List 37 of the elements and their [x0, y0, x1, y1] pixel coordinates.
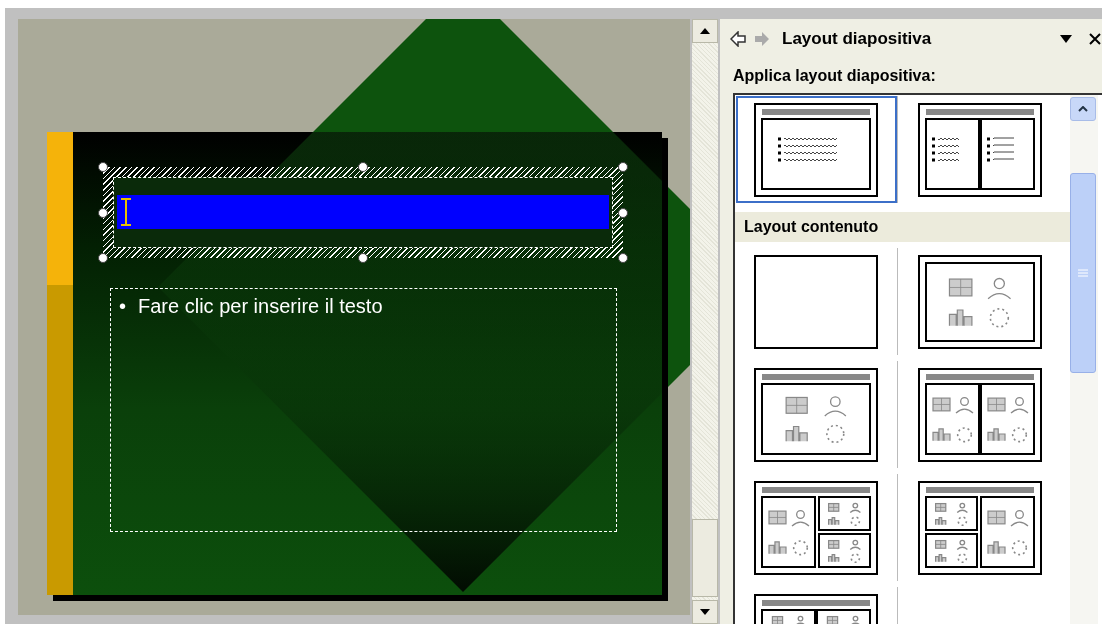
- resize-handle[interactable]: [358, 253, 368, 263]
- slide-layout-icon: [754, 254, 878, 349]
- slide-layout-icon: [754, 480, 878, 575]
- title-placeholder[interactable]: [103, 167, 623, 258]
- resize-handle[interactable]: [98, 208, 108, 218]
- slide-layout-icon: [917, 254, 1042, 349]
- pane-title: Layout diapositiva: [782, 29, 933, 49]
- body-placeholder[interactable]: • Fare clic per inserire il testo: [110, 288, 617, 532]
- slide-layout-icon: [754, 367, 878, 462]
- slide-layout-icon: [917, 102, 1042, 197]
- close-icon[interactable]: [1088, 33, 1102, 45]
- resize-handle[interactable]: [358, 162, 368, 172]
- resize-handle[interactable]: [98, 162, 108, 172]
- grip-icon: [1078, 269, 1088, 277]
- scroll-down-button[interactable]: [692, 600, 718, 624]
- bullet: •: [119, 295, 126, 318]
- resize-handle[interactable]: [98, 253, 108, 263]
- dropdown-icon[interactable]: [1060, 35, 1072, 43]
- placeholder-text: Fare clic per inserire il testo: [138, 295, 383, 318]
- slide-layout-icon: [917, 480, 1042, 575]
- text-cursor-icon: [120, 198, 132, 226]
- back-icon[interactable]: [730, 31, 746, 47]
- slide-layout-icon: [917, 367, 1042, 462]
- slide-layout-icon: [754, 102, 878, 197]
- scroll-up-button[interactable]: [692, 19, 718, 43]
- resize-handle[interactable]: [618, 253, 628, 263]
- resize-handle[interactable]: [618, 162, 628, 172]
- group-header: Layout contenuto: [735, 212, 1070, 242]
- scrollbar-thumb[interactable]: [692, 519, 718, 597]
- down-arrow-icon: [700, 609, 710, 615]
- up-arrow-icon: [700, 28, 710, 34]
- layout-option[interactable]: [735, 96, 898, 203]
- chevron-up-icon: [1078, 106, 1088, 112]
- scroll-up-button[interactable]: [1070, 97, 1096, 121]
- scrollbar-thumb[interactable]: [1070, 173, 1096, 373]
- section-heading: Applica layout diapositiva:: [732, 66, 937, 86]
- resize-handle[interactable]: [618, 208, 628, 218]
